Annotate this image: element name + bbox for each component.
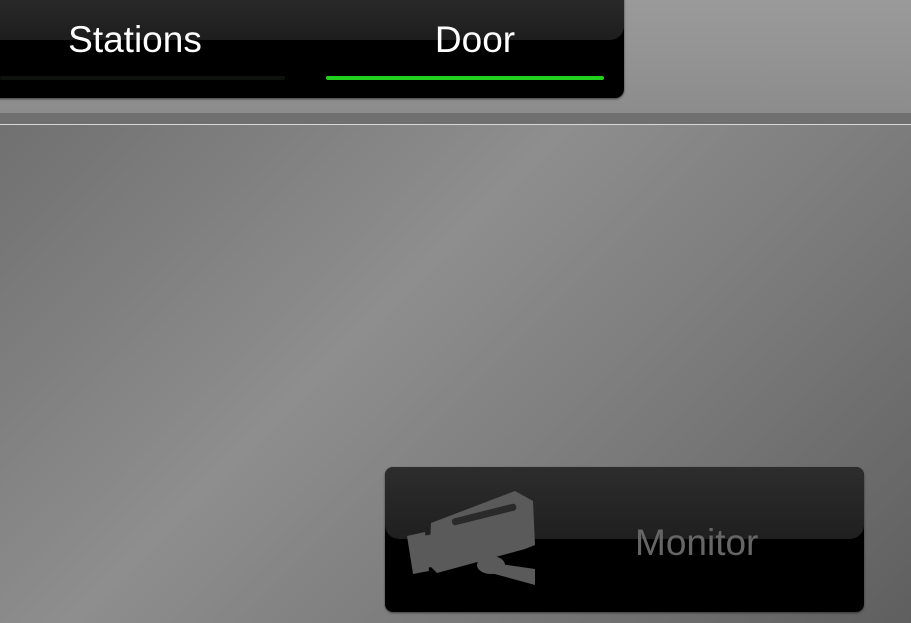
security-camera-icon — [407, 491, 535, 585]
monitor-button[interactable]: Monitor — [385, 467, 864, 612]
divider — [0, 113, 911, 125]
tab-door-indicator — [326, 76, 604, 80]
tab-door[interactable]: Door — [320, 0, 624, 98]
tab-stations-indicator — [0, 76, 285, 80]
tab-door-label: Door — [434, 19, 516, 60]
tab-bar: Stations Door — [0, 0, 624, 98]
tab-stations-label: Stations — [68, 19, 202, 60]
monitor-label: Monitor — [635, 522, 759, 563]
tab-stations[interactable]: Stations — [0, 0, 310, 98]
